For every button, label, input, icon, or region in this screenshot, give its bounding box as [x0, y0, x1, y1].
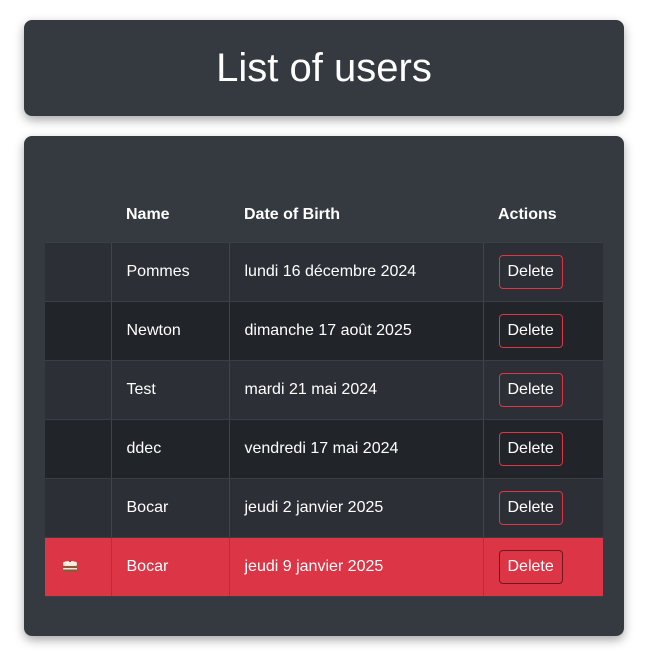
user-name: Test	[110, 360, 229, 420]
actions-cell: Delete	[482, 301, 603, 361]
column-header-icon	[45, 188, 111, 243]
cake-icon	[61, 556, 79, 574]
table-row: Test mardi 21 mai 2024 Delete	[45, 360, 603, 420]
row-icon-cell	[45, 478, 111, 538]
row-icon-cell	[45, 242, 111, 302]
user-dob: jeudi 2 janvier 2025	[228, 478, 483, 538]
user-name: Bocar	[110, 537, 229, 597]
delete-button[interactable]: Delete	[498, 491, 563, 525]
user-dob: dimanche 17 août 2025	[228, 301, 483, 361]
user-name: Bocar	[110, 478, 229, 538]
table-row: Pommes lundi 16 décembre 2024 Delete	[45, 242, 603, 302]
delete-button[interactable]: Delete	[498, 373, 563, 407]
actions-cell: Delete	[482, 419, 603, 479]
user-dob: jeudi 9 janvier 2025	[228, 537, 483, 597]
users-table-card: Name Date of Birth Actions Pommes lundi …	[24, 136, 624, 636]
table-row: ddec vendredi 17 mai 2024 Delete	[45, 419, 603, 479]
actions-cell: Delete	[482, 360, 603, 420]
actions-cell: Delete	[482, 537, 603, 597]
delete-button[interactable]: Delete	[498, 550, 563, 584]
table-row: Newton dimanche 17 août 2025 Delete	[45, 301, 603, 361]
user-name: Pommes	[110, 242, 229, 302]
user-dob: vendredi 17 mai 2024	[228, 419, 483, 479]
row-icon-cell	[45, 537, 111, 597]
table-header-row: Name Date of Birth Actions	[45, 188, 603, 243]
row-icon-cell	[45, 419, 111, 479]
users-table: Name Date of Birth Actions Pommes lundi …	[45, 188, 603, 597]
user-name: Newton	[110, 301, 229, 361]
row-icon-cell	[45, 301, 111, 361]
delete-button[interactable]: Delete	[498, 314, 563, 348]
user-dob: lundi 16 décembre 2024	[228, 242, 483, 302]
user-dob: mardi 21 mai 2024	[228, 360, 483, 420]
delete-button[interactable]: Delete	[498, 255, 563, 289]
table-row: Bocar jeudi 2 janvier 2025 Delete	[45, 478, 603, 538]
column-header-name: Name	[111, 188, 229, 243]
delete-button[interactable]: Delete	[498, 432, 563, 466]
column-header-dob: Date of Birth	[229, 188, 483, 243]
column-header-actions: Actions	[483, 188, 603, 243]
header-card: List of users	[24, 20, 624, 116]
user-name: ddec	[110, 419, 229, 479]
row-icon-cell	[45, 360, 111, 420]
page-title: List of users	[216, 45, 432, 90]
actions-cell: Delete	[482, 478, 603, 538]
actions-cell: Delete	[482, 242, 603, 302]
table-row-birthday: Bocar jeudi 9 janvier 2025 Delete	[45, 537, 603, 597]
